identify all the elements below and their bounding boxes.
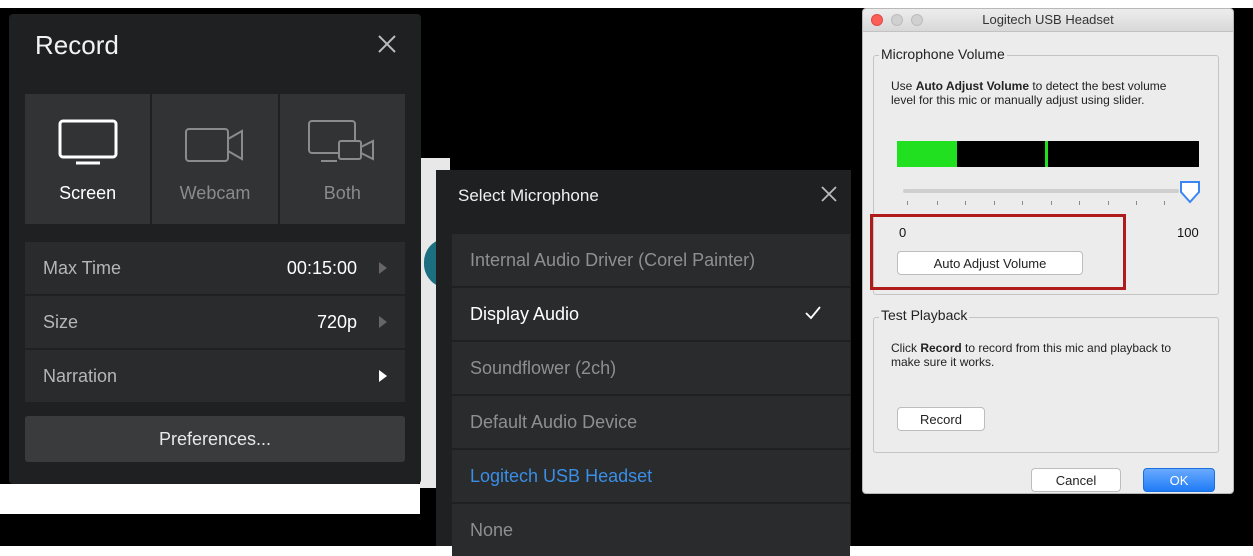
max-time-label: Max Time	[43, 257, 122, 278]
volume-slider-track[interactable]	[903, 189, 1179, 193]
record-title: Record	[35, 30, 119, 60]
mode-screen-button[interactable]: Screen	[25, 94, 151, 224]
mic-volume-group-label: Microphone Volume	[879, 46, 1007, 62]
volume-slider-thumb[interactable]	[1179, 180, 1201, 204]
highlight-annotation-box	[870, 214, 1126, 290]
slider-tick	[907, 201, 908, 205]
mic-option-logitech-headset[interactable]: Logitech USB Headset	[452, 450, 850, 502]
ok-button[interactable]: OK	[1143, 468, 1215, 492]
slider-tick	[994, 201, 995, 205]
slider-max-label: 100	[1177, 225, 1199, 240]
close-icon[interactable]	[819, 184, 839, 204]
slider-tick	[1051, 201, 1052, 205]
mode-label: Screen	[59, 183, 117, 203]
record-panel: Record Screen Webcam Both Max Time 00:15…	[9, 14, 421, 484]
monitor-icon	[58, 119, 118, 165]
mic-option-label: Display Audio	[470, 303, 580, 324]
record-mode-selector: Screen Webcam Both	[25, 94, 405, 224]
preferences-button[interactable]: Preferences...	[25, 416, 405, 462]
meter-fill	[897, 141, 958, 167]
mic-volume-description: Use Auto Adjust Volume to detect the bes…	[891, 79, 1167, 107]
chevron-right-icon	[379, 316, 387, 328]
record-test-button[interactable]: Record	[897, 407, 985, 431]
mic-option-default-audio[interactable]: Default Audio Device	[452, 396, 850, 448]
slider-tick	[1022, 201, 1023, 205]
mic-option-display-audio[interactable]: Display Audio	[452, 288, 850, 340]
mode-both-button[interactable]: Both	[279, 94, 405, 224]
test-playback-group	[873, 317, 1219, 453]
mic-option-none[interactable]: None	[452, 504, 850, 556]
narration-label: Narration	[43, 365, 118, 386]
mic-option-internal-audio[interactable]: Internal Audio Driver (Corel Painter)	[452, 234, 850, 286]
mic-panel-title: Select Microphone	[458, 186, 599, 205]
mode-label: Both	[323, 183, 361, 203]
volume-level-meter	[897, 141, 1199, 167]
meter-peak-marker	[1044, 141, 1048, 167]
test-playback-group-label: Test Playback	[879, 307, 970, 323]
select-microphone-panel: Select Microphone Internal Audio Driver …	[436, 170, 851, 556]
slider-tick	[1079, 201, 1080, 205]
slider-tick	[965, 201, 966, 205]
chevron-right-icon	[379, 370, 387, 382]
slider-tick	[1164, 201, 1165, 205]
background-area	[420, 8, 870, 158]
slider-tick	[1136, 201, 1137, 205]
size-label: Size	[43, 311, 79, 332]
test-playback-description: Click Record to record from this mic and…	[891, 341, 1172, 369]
max-time-row[interactable]: Max Time 00:15:00	[25, 242, 405, 294]
close-icon[interactable]	[375, 32, 399, 56]
size-value: 720p	[316, 311, 357, 332]
monitor-webcam-icon	[308, 120, 375, 162]
mode-label: Webcam	[179, 183, 251, 203]
slider-tick	[937, 201, 938, 205]
max-time-value: 00:15:00	[286, 257, 357, 278]
narration-row[interactable]: Narration	[25, 350, 405, 402]
dialog-title: Logitech USB Headset	[982, 12, 1114, 27]
size-row[interactable]: Size 720p	[25, 296, 405, 348]
background-strip	[0, 484, 420, 514]
dialog-titlebar: Logitech USB Headset	[863, 9, 1233, 32]
webcam-icon	[184, 128, 243, 162]
slider-tick	[1108, 201, 1109, 205]
mode-webcam-button[interactable]: Webcam	[152, 94, 278, 224]
chevron-right-icon	[379, 262, 387, 274]
checkmark-icon	[805, 306, 821, 320]
cancel-button[interactable]: Cancel	[1031, 468, 1121, 492]
mic-option-soundflower[interactable]: Soundflower (2ch)	[452, 342, 850, 394]
